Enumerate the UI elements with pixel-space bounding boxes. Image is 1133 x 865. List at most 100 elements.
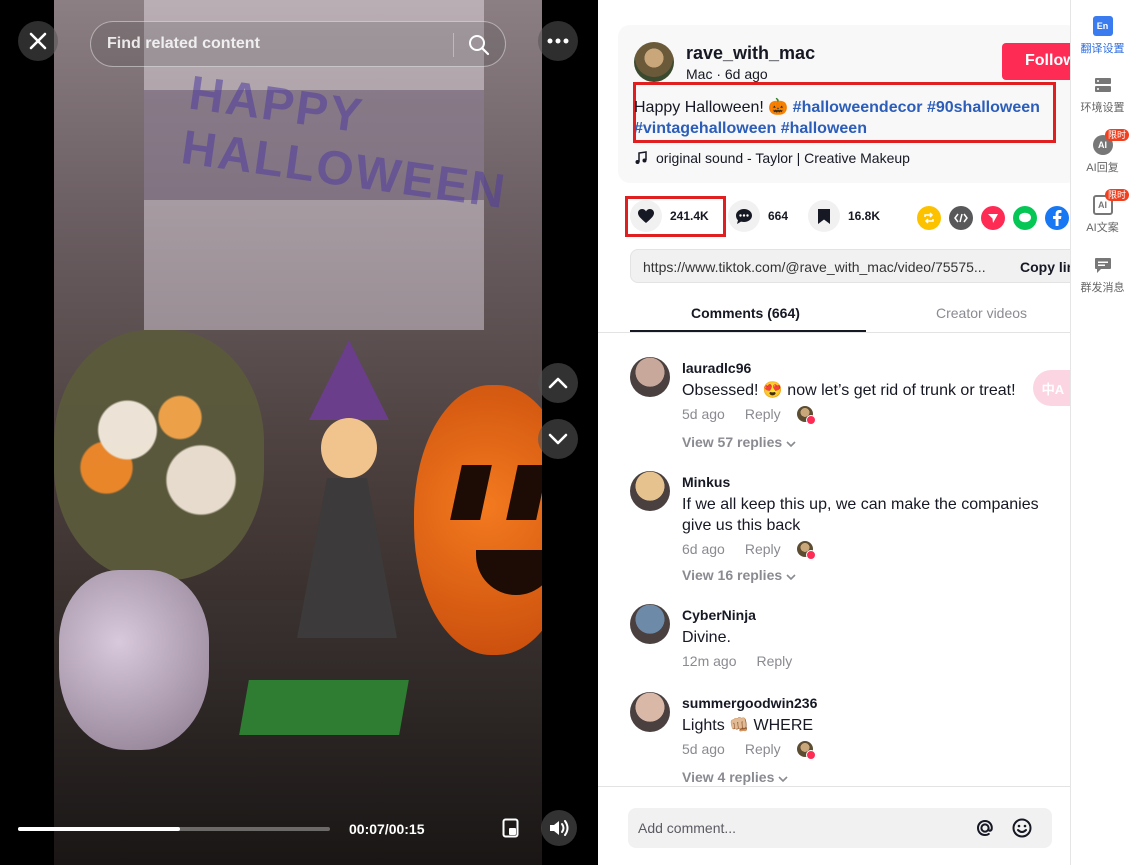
tabs-divider <box>598 332 1070 333</box>
hashtag-link[interactable]: #vintagehalloween <box>634 120 776 137</box>
commenter-avatar[interactable] <box>630 357 670 397</box>
pumpkin-mouth <box>476 550 542 595</box>
commenter-name[interactable]: CyberNinja <box>682 607 756 623</box>
code-brackets-icon <box>954 213 968 223</box>
like-button[interactable]: 241.4K <box>630 200 709 232</box>
view-replies-button[interactable]: View 4 replies <box>682 769 788 785</box>
commenter-name[interactable]: Minkus <box>682 474 730 490</box>
environment-settings-icon <box>1093 75 1113 95</box>
more-icon <box>547 38 569 44</box>
add-comment-field[interactable]: Add comment... <box>628 808 1052 848</box>
hashtag-link[interactable]: #halloweendecor <box>793 99 923 116</box>
comment-time: 12m ago <box>682 653 737 669</box>
view-replies-button[interactable]: View 16 replies <box>682 567 796 583</box>
author-avatar[interactable] <box>634 42 674 82</box>
commenter-avatar[interactable] <box>630 692 670 732</box>
ai-copywriting-icon-text: AI <box>1098 200 1107 210</box>
action-bar: 241.4K 664 16.8K <box>628 200 1070 234</box>
repost-icon[interactable] <box>917 206 941 230</box>
share-link-field[interactable]: https://www.tiktok.com/@rave_with_mac/vi… <box>630 249 1070 283</box>
comment-text: Lights 👊🏼 WHERE <box>682 717 814 734</box>
comment-meta: 5d ago Reply <box>682 406 816 425</box>
save-button[interactable]: 16.8K <box>808 200 880 232</box>
close-icon <box>29 32 47 50</box>
emoji-icon[interactable] <box>1011 817 1033 839</box>
translate-settings-icon: En <box>1092 16 1113 36</box>
comment-count: 664 <box>768 209 789 223</box>
commenter-avatar[interactable] <box>630 471 670 511</box>
search-icon[interactable] <box>467 33 491 57</box>
share-link-text: https://www.tiktok.com/@rave_with_mac/vi… <box>643 259 986 275</box>
extension-sidebar: En 翻译设置 环境设置 AI 限时 AI回复 AI 限时 AI文案 群发消息 <box>1070 0 1133 865</box>
follow-button[interactable]: Follow <box>1002 43 1070 80</box>
tab-comments[interactable]: Comments (664) <box>691 305 800 321</box>
video-player[interactable]: HAPPY HALLOWEEN Find related content 00:… <box>0 0 598 865</box>
mention-icon[interactable] <box>974 817 996 839</box>
comment-meta: 12m ago Reply <box>682 653 792 669</box>
view-replies-label: View 57 replies <box>682 434 783 450</box>
comment-button[interactable]: 664 <box>728 200 788 232</box>
comment-text: Obsessed! 😍 now let’s get rid of trunk o… <box>682 382 1016 399</box>
sidebar-item-translate-settings[interactable]: En 翻译设置 <box>1071 16 1133 56</box>
commenter-name[interactable]: summergoodwin236 <box>682 695 817 711</box>
commenter-name[interactable]: lauradlc96 <box>682 360 751 376</box>
view-replies-button[interactable]: View 57 replies <box>682 434 796 450</box>
sidebar-item-label: 环境设置 <box>1080 102 1125 114</box>
mass-message-icon <box>1093 255 1113 275</box>
reply-button[interactable]: Reply <box>756 653 792 669</box>
sidebar-item-ai-copywriting[interactable]: AI 限时 AI文案 <box>1071 189 1133 235</box>
ai-reply-icon-text: AI <box>1098 140 1107 150</box>
reply-button[interactable]: Reply <box>745 741 781 757</box>
creator-liked-avatar <box>796 541 816 560</box>
sidebar-item-ai-reply[interactable]: AI 限时 AI回复 <box>1071 129 1133 175</box>
author-subtitle: Mac · 6d ago <box>686 66 768 82</box>
creator-liked-avatar <box>796 406 816 425</box>
send-to-friends-icon[interactable] <box>981 206 1005 230</box>
line-share-icon[interactable] <box>1013 206 1037 230</box>
hashtag-link[interactable]: #90shalloween <box>927 99 1040 116</box>
comment-button-circle <box>728 200 760 232</box>
author-name[interactable]: rave_with_mac <box>686 43 815 64</box>
sidebar-item-mass-message[interactable]: 群发消息 <box>1071 255 1133 295</box>
hashtag-link[interactable]: #halloween <box>781 120 867 137</box>
tab-creator-videos[interactable]: Creator videos <box>936 305 1027 321</box>
like-count: 241.4K <box>670 209 709 223</box>
post-description-card: rave_with_mac Mac · 6d ago Follow Happy … <box>618 25 1070 183</box>
pumpkin-right-eye <box>506 465 542 520</box>
next-video-button[interactable] <box>538 419 578 459</box>
view-replies-label: View 16 replies <box>682 567 783 583</box>
search-input[interactable]: Find related content <box>107 35 260 53</box>
previous-video-button[interactable] <box>538 363 578 403</box>
more-options-button[interactable] <box>538 21 578 61</box>
picture-in-picture-button[interactable] <box>497 814 525 842</box>
sidebar-item-environment-settings[interactable]: 环境设置 <box>1071 75 1133 115</box>
video-flowers-scene <box>54 330 264 580</box>
facebook-share-icon[interactable] <box>1045 206 1069 230</box>
reply-button[interactable]: Reply <box>745 541 781 557</box>
music-link[interactable]: original sound - Taylor | Creative Makeu… <box>634 150 910 166</box>
caption-text: Happy Halloween! 🎃 <box>634 99 789 116</box>
reply-button[interactable]: Reply <box>745 406 781 422</box>
chevron-down-icon <box>786 574 796 581</box>
post-caption: Happy Halloween! 🎃 #halloweendecor #90sh… <box>634 97 1064 139</box>
translate-float-button[interactable]: 中A <box>1033 370 1070 406</box>
comment-icon <box>736 208 752 224</box>
copy-link-button[interactable]: Copy link <box>1020 259 1070 275</box>
chevron-down-icon <box>786 441 796 448</box>
video-frame[interactable]: HAPPY HALLOWEEN <box>54 0 542 865</box>
pumpkin-left-eye <box>450 465 492 520</box>
embed-icon[interactable] <box>949 206 973 230</box>
music-note-icon <box>635 151 647 164</box>
bookmark-icon <box>818 208 830 224</box>
add-comment-input[interactable]: Add comment... <box>638 820 736 836</box>
save-count: 16.8K <box>848 209 881 223</box>
line-logo-icon <box>1019 212 1031 223</box>
search-bar[interactable]: Find related content <box>90 21 506 67</box>
close-button[interactable] <box>18 21 58 61</box>
commenter-avatar[interactable] <box>630 604 670 644</box>
comment-meta: 6d ago Reply <box>682 541 816 560</box>
video-vase-scene <box>59 570 209 750</box>
video-progress-bar[interactable] <box>18 827 330 831</box>
volume-icon <box>550 820 569 836</box>
volume-button[interactable] <box>541 810 577 846</box>
